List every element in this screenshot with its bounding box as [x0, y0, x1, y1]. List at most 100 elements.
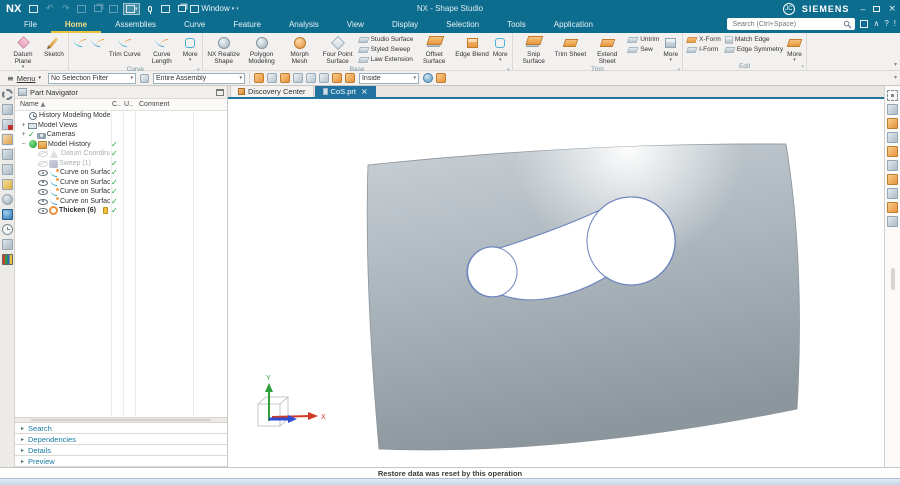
- styled-sweep-button[interactable]: Styled Sweep: [359, 45, 414, 54]
- surface-analysis-icon[interactable]: [887, 160, 898, 171]
- tree-row-history-modeling-mode[interactable]: History Modeling Mode: [15, 111, 227, 121]
- menu-tab-application[interactable]: Application: [540, 17, 607, 33]
- menu-tab-analysis[interactable]: Analysis: [275, 17, 333, 33]
- capture-region-icon[interactable]: [332, 73, 342, 83]
- trim-sheet-button[interactable]: Trim Sheet: [553, 34, 589, 59]
- assembly-navigator-icon[interactable]: [2, 104, 13, 115]
- polygon-modeling-button[interactable]: Polygon Modeling: [243, 34, 281, 66]
- menu-tab-tools[interactable]: Tools: [493, 17, 540, 33]
- section-search[interactable]: ▸Search: [15, 423, 227, 434]
- menu-tab-display[interactable]: Display: [378, 17, 432, 33]
- render-style-icon[interactable]: [887, 188, 898, 199]
- section-dependencies[interactable]: ▸Dependencies: [15, 434, 227, 445]
- window-menu[interactable]: Window ▾ ▾: [190, 4, 238, 13]
- fullscreen-icon[interactable]: [860, 20, 868, 28]
- studio-surface-button[interactable]: Studio Surface: [359, 35, 414, 44]
- menu-button[interactable]: ≡ Menu ▾: [4, 73, 44, 84]
- law-extension-button[interactable]: Law Extension: [359, 55, 414, 64]
- region-boundary-icon[interactable]: [293, 73, 303, 83]
- constraint-navigator-icon[interactable]: [2, 119, 13, 130]
- document-tab-cos-prt[interactable]: CoS.prt×: [315, 85, 376, 97]
- hidden-eye-icon[interactable]: [38, 149, 48, 159]
- fit-view-icon[interactable]: [887, 90, 898, 101]
- command-finder-icon[interactable]: [2, 239, 13, 250]
- more-button[interactable]: More▾: [661, 34, 680, 63]
- highlight-selection-icon[interactable]: [254, 73, 264, 83]
- selection-scope-dropdown[interactable]: Entire Assembly ▾: [153, 73, 245, 84]
- interior-edges-icon[interactable]: [423, 73, 433, 83]
- edge-blend-button[interactable]: Edge Blend: [453, 34, 491, 59]
- alert-icon[interactable]: !: [894, 18, 896, 30]
- more-button[interactable]: More▾: [785, 34, 804, 63]
- search-input[interactable]: [730, 20, 843, 29]
- history-icon[interactable]: [2, 194, 13, 205]
- reuse-library-icon[interactable]: [2, 149, 13, 160]
- more-button[interactable]: More▾: [491, 34, 510, 63]
- match-edge-button[interactable]: Match Edge: [725, 35, 783, 44]
- hidden-eye-icon[interactable]: [38, 158, 48, 168]
- selection-bar-overflow-chevron[interactable]: ▾: [894, 74, 897, 81]
- tree-expander[interactable]: +: [19, 121, 28, 130]
- camera-operator-icon[interactable]: [887, 216, 898, 227]
- untrim-button[interactable]: Untrim: [628, 35, 659, 44]
- tree-expander[interactable]: −: [19, 140, 28, 149]
- more-commands-icon[interactable]: ▾: [236, 6, 239, 12]
- sketch-button[interactable]: Sketch: [42, 34, 66, 59]
- four-point-surface-button[interactable]: Four Point Surface: [319, 34, 357, 66]
- column-comment[interactable]: Comment: [139, 101, 169, 108]
- eye-icon[interactable]: [38, 168, 48, 178]
- tree-row-sweep-1[interactable]: Sweep (1)✓: [15, 159, 227, 169]
- tree-row-cameras[interactable]: +✓Cameras: [15, 130, 227, 140]
- capture-icon[interactable]: ▾: [123, 3, 140, 15]
- menu-tab-feature[interactable]: Feature: [219, 17, 275, 33]
- menu-tab-curve[interactable]: Curve: [170, 17, 219, 33]
- touch-mode-icon[interactable]: [159, 3, 172, 15]
- section-details[interactable]: ▸Details: [15, 445, 227, 456]
- column-c[interactable]: C..: [112, 101, 121, 108]
- trim-curve-button[interactable]: Trim Curve: [107, 34, 143, 59]
- tree-row-thicken-6[interactable]: Thicken (6)✓: [15, 206, 227, 216]
- gear-icon[interactable]: [2, 89, 13, 100]
- ribbon-overflow-chevron[interactable]: ▾: [894, 61, 897, 68]
- menu-tab-home[interactable]: Home: [51, 17, 101, 33]
- system-clock-icon[interactable]: [2, 224, 13, 235]
- curve-length-button[interactable]: Curve Length: [143, 34, 181, 66]
- show-hide-icon[interactable]: [887, 118, 898, 129]
- graphics-canvas[interactable]: Y X: [228, 99, 884, 467]
- edge-symmetry-button[interactable]: Edge Symmetry: [725, 45, 783, 54]
- save-icon[interactable]: [27, 3, 40, 15]
- studio-spline-icon-button[interactable]: [71, 34, 89, 52]
- restore-button[interactable]: [873, 4, 880, 14]
- menu-tab-selection[interactable]: Selection: [432, 17, 493, 33]
- tree-row-curve-on-surface-4[interactable]: Curve on Surface (4)✓: [15, 187, 227, 197]
- undo-icon[interactable]: ↶: [43, 3, 56, 15]
- menu-tab-file[interactable]: File: [10, 17, 51, 33]
- extend-sheet-button[interactable]: Extend Sheet: [588, 34, 626, 66]
- eye-icon[interactable]: [38, 196, 48, 206]
- x-form-button[interactable]: X-Form: [687, 35, 721, 44]
- eye-icon[interactable]: [38, 177, 48, 187]
- add-body-selection-icon[interactable]: [280, 73, 290, 83]
- eye-icon[interactable]: [38, 187, 48, 197]
- tree-expander[interactable]: +: [19, 130, 28, 139]
- undock-panel-button[interactable]: [216, 89, 224, 96]
- column-u[interactable]: U..: [124, 101, 133, 108]
- process-studio-icon[interactable]: [2, 209, 13, 220]
- help-icon[interactable]: ?: [884, 18, 888, 30]
- morph-mesh-button[interactable]: Morph Mesh: [281, 34, 319, 66]
- command-search[interactable]: [727, 18, 855, 30]
- document-tab-discovery-center[interactable]: Discovery Center: [230, 85, 314, 97]
- sew-button[interactable]: Sew: [628, 45, 659, 54]
- close-tab-icon[interactable]: ×: [361, 88, 368, 96]
- section-preview[interactable]: ▸Preview: [15, 456, 227, 467]
- copy-icon[interactable]: [91, 3, 104, 15]
- close-button[interactable]: ×: [888, 4, 896, 14]
- related-objects-icon[interactable]: [319, 73, 329, 83]
- i-form-button[interactable]: I-Form: [687, 45, 721, 54]
- tree-row-curve-on-surface-2[interactable]: Curve on Surface (2)✓: [15, 168, 227, 178]
- tree-row-model-views[interactable]: +Model Views: [15, 121, 227, 131]
- minimize-ribbon-icon[interactable]: ∧: [873, 18, 879, 30]
- part-navigator-icon[interactable]: [2, 134, 13, 145]
- tree-row-curve-on-surface-3[interactable]: Curve on Surface (3)✓: [15, 178, 227, 188]
- voice-command-icon[interactable]: [143, 3, 156, 15]
